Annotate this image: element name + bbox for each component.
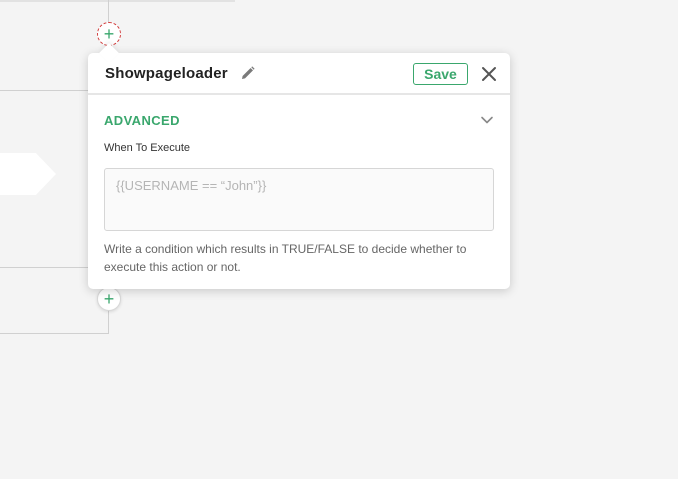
flow-connector-top — [108, 0, 109, 24]
advanced-section-toggle[interactable]: ADVANCED — [104, 111, 494, 129]
save-button[interactable]: Save — [413, 63, 468, 85]
pencil-icon[interactable] — [241, 66, 255, 80]
plus-icon: + — [103, 24, 115, 44]
panel-header: Showpageloader Save — [88, 53, 510, 95]
when-to-execute-label: When To Execute — [104, 142, 191, 154]
flow-step-top — [0, 0, 235, 2]
chevron-down-icon[interactable] — [480, 113, 494, 127]
action-settings-panel: Showpageloader Save ADVANCED When To Exe… — [88, 43, 510, 289]
panel-title: Showpageloader — [105, 64, 228, 82]
condition-help-text: Write a condition which results in TRUE/… — [104, 242, 467, 274]
close-icon[interactable] — [481, 66, 497, 82]
condition-input[interactable] — [104, 168, 494, 231]
add-step-button-bottom[interactable]: + — [97, 287, 121, 311]
section-title: ADVANCED — [104, 112, 180, 128]
plus-icon: + — [103, 289, 115, 309]
